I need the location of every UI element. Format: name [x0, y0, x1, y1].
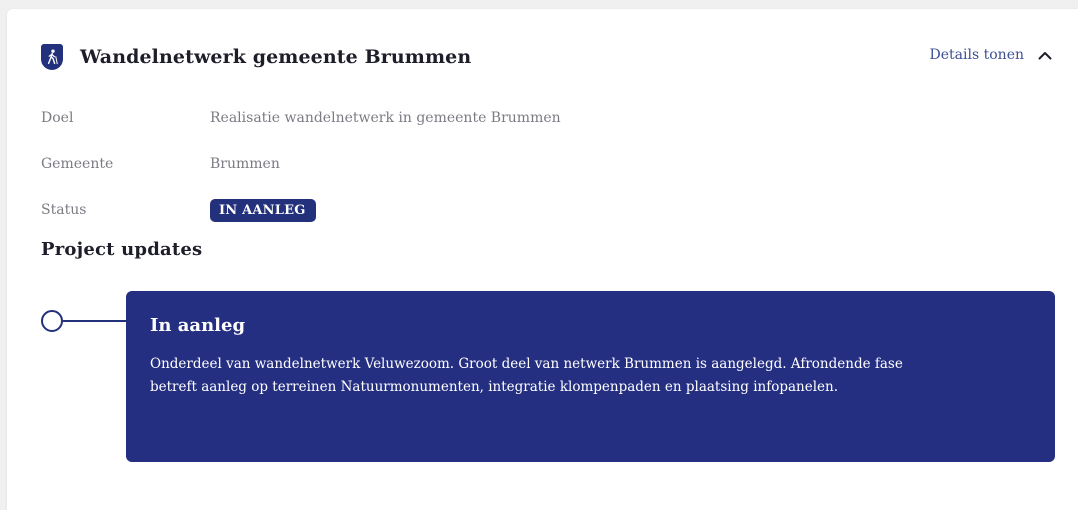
project-card: Wandelnetwerk gemeente Brummen Details t… [7, 9, 1078, 510]
project-updates-heading: Project updates [41, 239, 203, 260]
status-badge: IN AANLEG [210, 198, 316, 222]
field-row-doel: Doel Realisatie wandelnetwerk in gemeent… [41, 95, 561, 141]
project-title: Wandelnetwerk gemeente Brummen [80, 46, 472, 68]
details-toggle-label: Details tonen [929, 47, 1024, 63]
field-row-status: Status IN AANLEG [41, 187, 561, 233]
update-card: In aanleg Onderdeel van wandelnetwerk Ve… [126, 291, 1055, 462]
project-header: Wandelnetwerk gemeente Brummen [41, 42, 471, 72]
walking-person-icon [41, 44, 63, 70]
timeline-connector [63, 320, 126, 322]
field-label: Doel [41, 110, 74, 126]
chevron-up-icon [1038, 51, 1052, 60]
field-label: Gemeente [41, 156, 114, 172]
details-toggle-button[interactable]: Details tonen [930, 47, 1052, 63]
field-value: Brummen [210, 156, 280, 172]
field-value: Realisatie wandelnetwerk in gemeente Bru… [210, 110, 561, 126]
timeline-node [41, 310, 63, 332]
project-fields: Doel Realisatie wandelnetwerk in gemeent… [41, 95, 561, 233]
field-row-gemeente: Gemeente Brummen [41, 141, 561, 187]
update-title: In aanleg [150, 315, 246, 336]
field-label: Status [41, 202, 87, 218]
update-body: Onderdeel van wandelnetwerk Veluwezoom. … [150, 356, 903, 395]
